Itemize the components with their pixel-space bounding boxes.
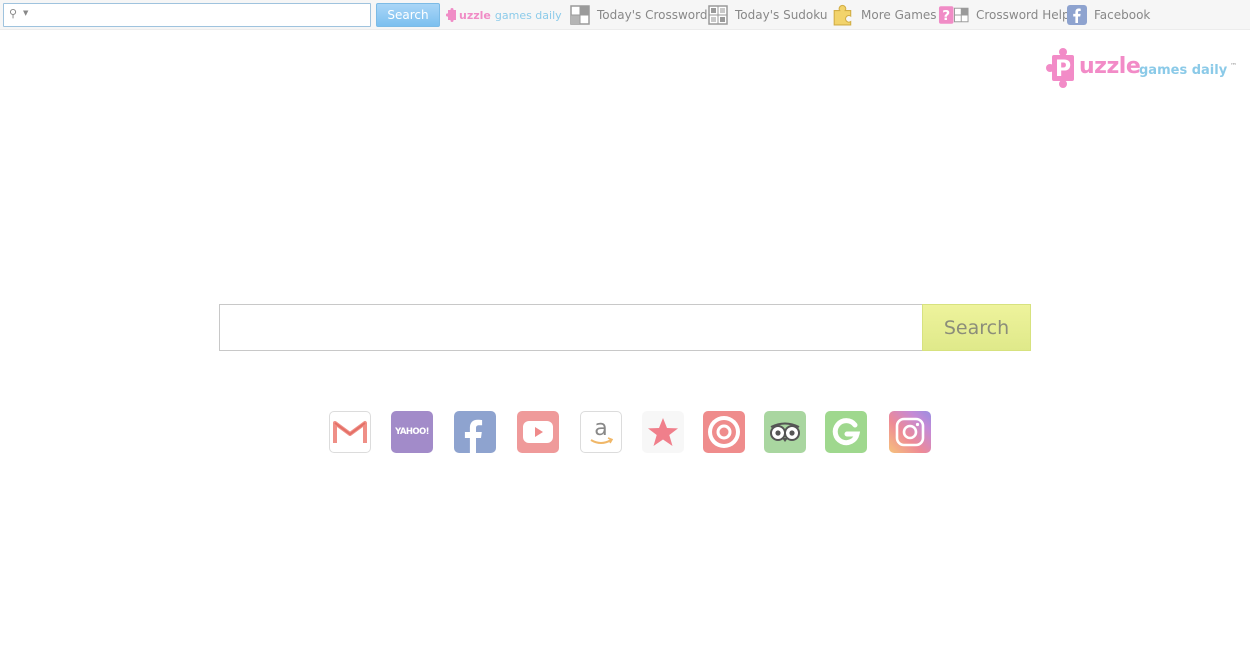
toolbar-item-label: Today's Crossword: [597, 8, 708, 22]
main-search-input[interactable]: [219, 304, 923, 351]
toolbar-search-button[interactable]: Search: [376, 3, 440, 27]
toolbar-item-facebook[interactable]: Facebook: [1067, 3, 1150, 27]
logo-trademark: ™: [1230, 62, 1237, 70]
youtube-icon: [523, 421, 553, 443]
puzzle-piece-icon: [833, 4, 852, 26]
logo-letter: P: [1055, 57, 1071, 82]
toolbar: ⚲ ▼ Search uzzle games daily Today's Cro…: [0, 0, 1250, 30]
shortcut-instagram[interactable]: [889, 411, 931, 453]
shortcut-yahoo[interactable]: YAHOO!: [391, 411, 433, 453]
target-icon: [708, 416, 740, 448]
instagram-icon: [895, 417, 925, 447]
shortcut-facebook[interactable]: [454, 411, 496, 453]
shortcut-gmail[interactable]: [329, 411, 371, 453]
toolbar-search-input[interactable]: [34, 6, 364, 24]
toolbar-item-crossword[interactable]: Today's Crossword: [570, 3, 707, 27]
crossword-icon: [570, 5, 590, 25]
facebook-icon: [1067, 5, 1087, 25]
shortcut-amazon[interactable]: a: [580, 411, 622, 453]
shortcut-favorites[interactable]: [642, 411, 684, 453]
shortcut-tiles: YAHOO! a: [0, 411, 1250, 453]
logo-tagline: games daily: [1139, 63, 1228, 78]
logo-wordmark: uzzle: [1079, 54, 1141, 79]
toolbar-item-more-games[interactable]: More Games: [832, 3, 937, 27]
search-icon: ⚲: [9, 7, 18, 20]
tripadvisor-icon: [770, 422, 800, 442]
chevron-down-icon[interactable]: ▼: [23, 9, 28, 17]
toolbar-item-sudoku[interactable]: Today's Sudoku: [708, 3, 827, 27]
puzzle-games-daily-logo[interactable]: P uzzle games daily ™: [1046, 48, 1241, 90]
crossword-help-icon: ?: [938, 6, 969, 24]
shortcut-youtube[interactable]: [517, 411, 559, 453]
toolbar-search-box[interactable]: ⚲ ▼: [3, 3, 371, 27]
toolbar-item-label: More Games: [861, 8, 937, 22]
toolbar-item-crossword-help[interactable]: ? Crossword Help: [938, 3, 1070, 27]
puzzle-logo-icon: P: [1046, 48, 1074, 88]
toolbar-item-label: Facebook: [1094, 8, 1151, 22]
svg-text:?: ?: [942, 8, 950, 24]
sudoku-icon: [708, 5, 728, 25]
shortcut-target[interactable]: [703, 411, 745, 453]
yahoo-icon: YAHOO!: [395, 427, 429, 437]
toolbar-logo-tagline: games daily: [494, 8, 562, 22]
main-search-button[interactable]: Search: [922, 304, 1031, 351]
amazon-icon: a: [590, 416, 614, 444]
svg-text:a: a: [594, 416, 607, 441]
gmail-icon: [333, 420, 367, 444]
toolbar-item-label: Crossword Help: [976, 8, 1070, 22]
facebook-icon: [464, 419, 483, 453]
puzzle-piece-logo-icon: [446, 8, 456, 22]
star-icon: [648, 418, 678, 446]
main-search-bar: Search: [219, 304, 1031, 351]
shortcut-grammarly[interactable]: [825, 411, 867, 453]
toolbar-item-label: Today's Sudoku: [735, 8, 828, 22]
toolbar-logo-word: uzzle: [459, 8, 491, 22]
shortcut-tripadvisor[interactable]: [764, 411, 806, 453]
grammarly-icon: [832, 418, 861, 446]
toolbar-puzzle-logo[interactable]: uzzle games daily: [446, 5, 562, 25]
